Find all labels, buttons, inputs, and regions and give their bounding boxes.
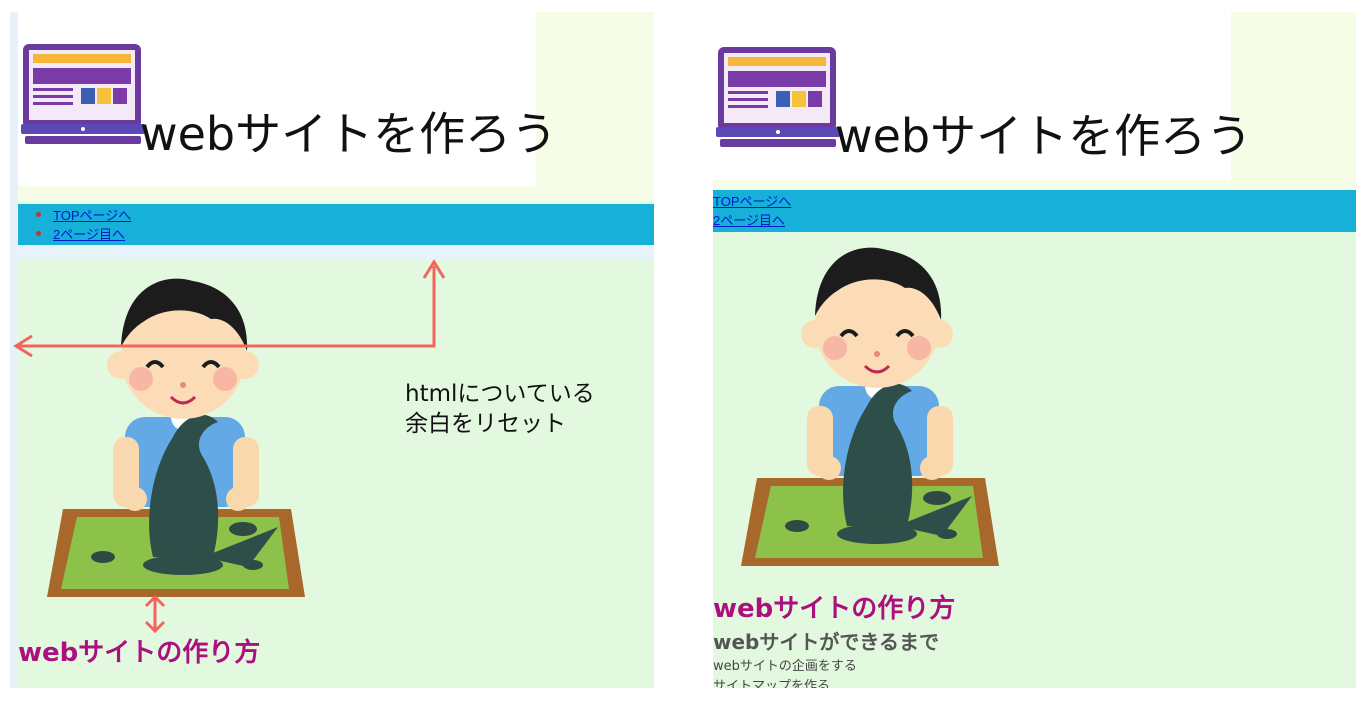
nav-link-page2[interactable]: 2ページ目へ bbox=[53, 227, 125, 242]
logo-text: webサイトを作ろう bbox=[140, 107, 558, 161]
annotation-text-line1: htmlについている bbox=[405, 381, 595, 407]
reset-margin-arrows bbox=[13, 259, 446, 358]
site-logo[interactable]: webサイトを作ろう bbox=[18, 12, 557, 186]
nav-link-top[interactable]: TOPページへ bbox=[713, 194, 791, 209]
step-item: サイトマップを作る bbox=[713, 679, 831, 688]
left-screenshot-panel: webサイトを作ろう TOPページへ 2ページ目へ bbox=[10, 12, 654, 688]
boy-with-clay-dinosaur-illustration bbox=[741, 247, 999, 566]
computer-monitor-icon bbox=[21, 44, 145, 144]
nav-link-page2[interactable]: 2ページ目へ bbox=[713, 213, 785, 228]
section-subheading: webサイトができるまで bbox=[713, 630, 939, 654]
computer-monitor-icon bbox=[716, 47, 840, 147]
global-nav: TOPページへ 2ページ目へ bbox=[18, 204, 654, 245]
vertical-spacing-arrow bbox=[144, 594, 166, 634]
step-item: webサイトの企画をする bbox=[713, 659, 857, 674]
right-screenshot-panel: webサイトを作ろう TOPページへ 2ページ目へ webサイトの作り方 web… bbox=[713, 12, 1356, 688]
global-nav: TOPページへ 2ページ目へ bbox=[713, 190, 1356, 232]
logo-text: webサイトを作ろう bbox=[835, 109, 1253, 163]
site-logo[interactable]: webサイトを作ろう bbox=[713, 12, 1252, 180]
page-heading: webサイトの作り方 bbox=[18, 638, 261, 668]
page-heading: webサイトの作り方 bbox=[713, 594, 956, 624]
annotation-text-line2: 余白をリセット bbox=[405, 411, 566, 437]
nav-link-top[interactable]: TOPページへ bbox=[53, 208, 131, 223]
